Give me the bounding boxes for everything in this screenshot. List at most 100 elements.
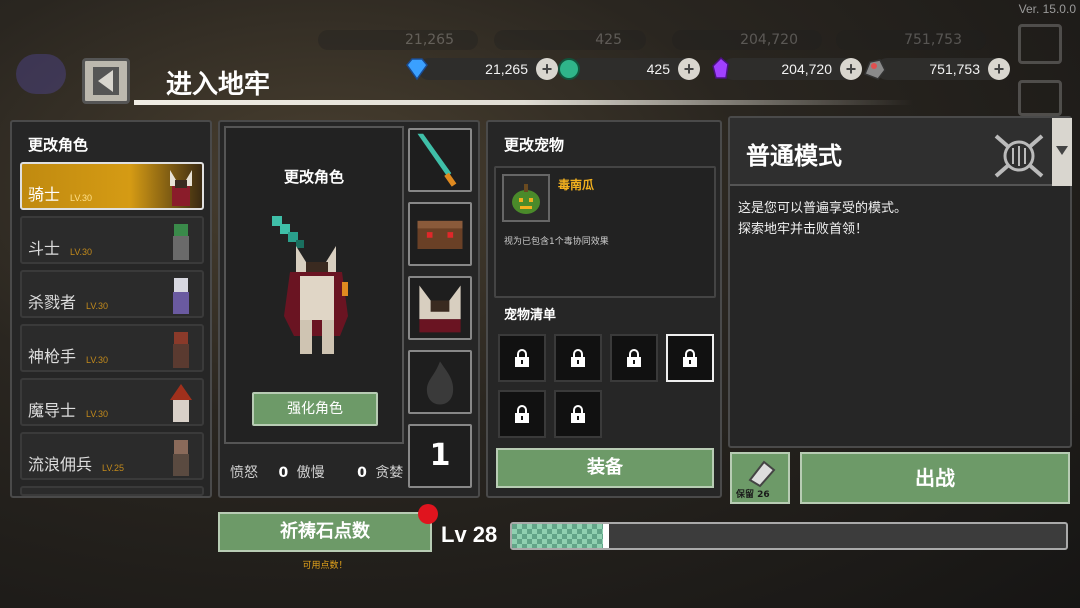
knight-head-icon [419, 285, 461, 333]
xp-progress-bar [510, 522, 1068, 550]
lock-icon [515, 405, 529, 423]
player-level: Lv 28 [441, 522, 498, 547]
lock-icon [683, 349, 697, 367]
ore-icon [864, 59, 886, 80]
character-preview-title: 更改角色 [283, 168, 344, 186]
pet-name: 毒南瓜 [558, 178, 595, 192]
character-item-gunner[interactable]: 神枪手 LV.30 [20, 324, 204, 372]
fighter-sprite-icon [173, 224, 189, 260]
pause-icon [1018, 24, 1062, 64]
title-underline [134, 100, 914, 105]
stat-label: 贪婪 [375, 465, 404, 481]
character-level: LV.30 [86, 409, 109, 419]
pet-panel-title: 更改宠物 [504, 136, 565, 154]
currency-value: 21,265 [485, 61, 528, 77]
eraser-icon [748, 460, 776, 488]
add-ore-button[interactable]: + [988, 58, 1010, 80]
lock-icon [515, 349, 529, 367]
page-title: 进入地牢 [166, 70, 271, 100]
character-name: 神枪手 [28, 347, 77, 366]
stat-label: 愤怒 [230, 465, 258, 481]
flame-placeholder-icon [426, 361, 454, 405]
ghost-bar: 751,753 [836, 30, 986, 50]
currency-value: 751,753 [929, 61, 980, 77]
lock-icon [571, 405, 585, 423]
pet-description: 视为已包含1个毒协同效果 [504, 237, 609, 247]
back-button[interactable] [82, 58, 130, 104]
add-purple-crystal-button[interactable]: + [840, 58, 862, 80]
xp-progress-fill [512, 524, 607, 548]
mode-desc-line: 探索地牢并击败首领！ [738, 222, 869, 237]
mode-selector[interactable]: 普通模式 [730, 118, 1052, 186]
add-green-coin-button[interactable]: + [678, 58, 700, 80]
character-name: 骑士 [28, 185, 61, 204]
mode-panel: 普通模式 这是您可以普遍享受的模式。 探索地牢并击败首领！ [728, 116, 1072, 448]
character-level: LV.30 [86, 301, 109, 311]
add-gem-button[interactable]: + [536, 58, 558, 80]
enhance-character-button[interactable]: 强化角色 [252, 392, 378, 426]
lock-icon [627, 349, 641, 367]
currency-ore: 751,753 + [864, 58, 1010, 80]
skill-slot[interactable] [408, 350, 472, 414]
mode-desc-line: 这是您可以普遍享受的模式。 [738, 201, 908, 216]
green-coin-icon [558, 58, 580, 80]
purple-crystal-icon [712, 56, 729, 79]
mage-sprite-icon [170, 384, 192, 422]
mode-dropdown-button[interactable] [1052, 118, 1072, 186]
pet-slot-locked[interactable] [498, 334, 546, 382]
knight-portrait-icon [272, 216, 348, 354]
keep-button[interactable]: 保留 26 [730, 452, 790, 504]
vip-icon [16, 54, 66, 94]
pet-info-card: 毒南瓜 视为已包含1个毒协同效果 [494, 166, 716, 298]
character-level: LV.30 [70, 193, 93, 203]
character-level: LV.30 [70, 247, 93, 257]
costume-slot[interactable] [408, 276, 472, 340]
character-detail-panel: 更改角色 强化角色 愤怒 0 傲慢 0 贪婪 0 [218, 120, 480, 498]
character-item-partial[interactable] [20, 486, 204, 496]
character-item-knight[interactable]: 骑士 LV.30 [20, 162, 204, 210]
equip-pet-button[interactable]: 装备 [496, 448, 714, 488]
pet-slot-locked[interactable] [610, 334, 658, 382]
character-name: 斗士 [28, 239, 61, 258]
ghost-bar: 21,265 [318, 30, 478, 50]
character-name: 杀戮者 [28, 293, 77, 312]
back-arrow-icon [93, 67, 119, 95]
prayer-stone-points-button[interactable]: 祈祷石点数 [218, 512, 432, 552]
gem-icon [406, 58, 428, 81]
ghost-bar: 204,720 [672, 30, 822, 50]
character-preview: 更改角色 强化角色 [224, 126, 404, 444]
character-item-fighter[interactable]: 斗士 LV.30 [20, 216, 204, 264]
keep-label: 保留 26 [736, 487, 770, 500]
character-item-mercenary[interactable]: 流浪佣兵 LV.25 [20, 432, 204, 480]
mode-title: 普通模式 [746, 142, 842, 170]
character-item-mage[interactable]: 魔导士 LV.30 [20, 378, 204, 426]
lock-icon [571, 349, 585, 367]
chest-slot[interactable] [408, 202, 472, 266]
mimic-chest-icon [417, 220, 463, 249]
stat-label: 傲慢 [296, 465, 325, 481]
character-list-panel: 更改角色 骑士 LV.30 斗士 LV.30 杀戮者 LV.30 神枪手 LV.… [10, 120, 212, 498]
version-label: Ver. 15.0.0 [1018, 2, 1076, 16]
keep-text: 保留 [736, 490, 755, 500]
pet-slot-locked-selected[interactable] [666, 334, 714, 382]
notification-dot [418, 504, 438, 524]
pet-slot-locked[interactable] [554, 334, 602, 382]
pet-slot-locked[interactable] [498, 390, 546, 438]
pet-icon-frame[interactable] [502, 174, 550, 222]
character-name: 流浪佣兵 [28, 455, 93, 474]
keep-count: 26 [757, 490, 770, 500]
start-battle-button[interactable]: 出战 [800, 452, 1070, 504]
mode-description: 这是您可以普遍享受的模式。 探索地牢并击败首领！ [738, 198, 907, 240]
menu-icon [1018, 80, 1062, 116]
gunner-sprite-icon [173, 332, 189, 368]
weapon-slot[interactable] [408, 128, 472, 192]
character-panel-title: 更改角色 [28, 136, 89, 154]
character-level: LV.25 [102, 463, 125, 473]
character-item-slayer[interactable]: 杀戮者 LV.30 [20, 270, 204, 318]
currency-gem: 21,265 + [406, 58, 558, 81]
character-level: LV.30 [86, 355, 109, 365]
currency-green-coin: 425 + [558, 58, 700, 80]
currency-value: 204,720 [781, 61, 832, 77]
currency-purple-crystal: 204,720 + [712, 56, 862, 80]
pet-slot-locked[interactable] [554, 390, 602, 438]
